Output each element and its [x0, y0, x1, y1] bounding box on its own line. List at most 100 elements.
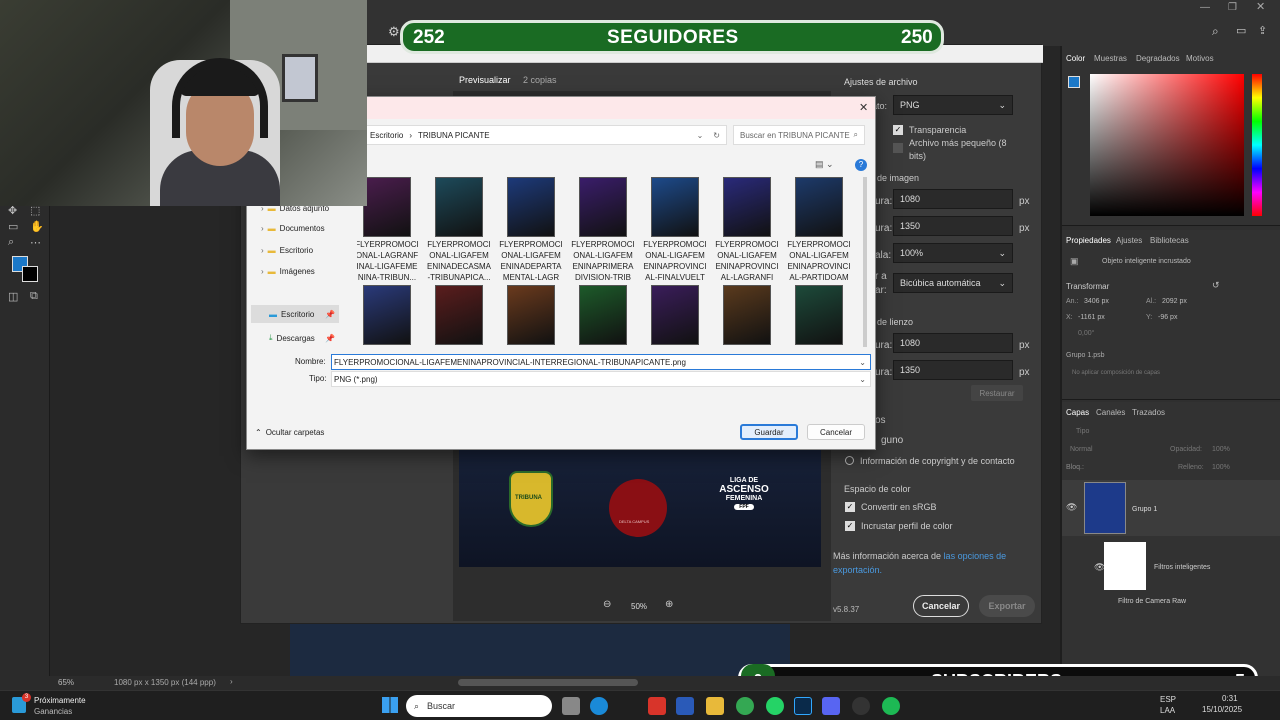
file-thumbnail[interactable] — [507, 285, 555, 345]
file-thumbnail[interactable] — [795, 285, 843, 345]
view-options-icon[interactable]: ▤ ⌄ — [815, 159, 834, 170]
horizontal-scrollbar[interactable] — [458, 679, 638, 686]
minimize-icon[interactable]: — — [1200, 2, 1210, 13]
file-thumbnail[interactable] — [507, 177, 555, 237]
copyright-radio[interactable] — [845, 456, 854, 465]
angle-value[interactable]: 0,00° — [1078, 330, 1094, 337]
tab-preview[interactable]: Previsualizar — [459, 75, 511, 85]
tab-adjustments[interactable]: Ajustes — [1116, 236, 1142, 245]
breadcrumb-item-desktop[interactable]: Escritorio — [370, 131, 403, 140]
opacity-value[interactable]: 100% — [1212, 446, 1230, 453]
chevron-down-icon[interactable]: ⌄ — [697, 131, 704, 140]
hide-folders-toggle[interactable]: ⌃ Ocultar carpetas — [255, 428, 324, 437]
background-color-swatch[interactable] — [22, 266, 38, 282]
reset-button[interactable]: Restaurar — [971, 385, 1023, 401]
layer-comp-select[interactable]: No aplicar composición de capas — [1072, 370, 1160, 376]
workspace-icon[interactable]: ▭ — [1236, 24, 1246, 37]
file-name[interactable]: FLYERPROMOCIONAL-LAGRANFINAL-LIGAFEMENIN… — [357, 239, 419, 283]
restore-icon[interactable]: ❐ — [1228, 2, 1237, 13]
clock-date[interactable]: 15/10/2025 — [1202, 705, 1242, 714]
refresh-icon[interactable]: ↻ — [713, 131, 720, 140]
layer-name[interactable]: Grupo 1 — [1132, 506, 1157, 513]
screen-mode-icon[interactable]: ⧉ — [30, 290, 38, 303]
visibility-eye-icon[interactable]: 👁 — [1066, 502, 1077, 513]
layer-filter-input[interactable]: Tipo — [1076, 428, 1089, 435]
nav-item-images[interactable]: › ▬ Imágenes — [261, 264, 341, 278]
close-app-icon[interactable]: ✕ — [1256, 0, 1265, 13]
zoom-level[interactable]: 65% — [58, 678, 74, 687]
save-button[interactable]: Guardar — [740, 424, 798, 440]
file-thumbnail[interactable] — [363, 285, 411, 345]
settings-icon[interactable]: ⚙ — [388, 24, 400, 40]
pdf-icon[interactable] — [648, 697, 666, 715]
task-view-icon[interactable] — [562, 697, 580, 715]
search-folder-input[interactable]: Buscar en TRIBUNA PICANTE ⌕ — [733, 125, 865, 145]
whatsapp-icon[interactable] — [766, 697, 784, 715]
more-info-link[interactable]: las opciones de — [944, 551, 1007, 561]
cancel-button[interactable]: Cancelar — [807, 424, 865, 440]
fill-value[interactable]: 100% — [1212, 464, 1230, 471]
filename-input[interactable]: FLYERPROMOCIONAL-LIGAFEMENINAPROVINCIAL-… — [331, 354, 871, 370]
file-thumbnail[interactable] — [723, 285, 771, 345]
spotify-icon[interactable] — [882, 697, 900, 715]
zoom-out-icon[interactable]: ⊖ — [603, 599, 611, 610]
camera-raw-filter-label[interactable]: Filtro de Camera Raw — [1118, 598, 1186, 605]
file-thumbnail[interactable] — [651, 285, 699, 345]
resample-select[interactable]: Bicúbica automática ⌄ — [893, 273, 1013, 293]
tab-swatches[interactable]: Muestras — [1094, 54, 1127, 63]
edge-icon[interactable] — [590, 697, 608, 715]
file-thumbnail[interactable] — [435, 177, 483, 237]
lang-indicator-1[interactable]: ESP — [1160, 695, 1176, 704]
file-thumbnail[interactable] — [579, 177, 627, 237]
rect-tool-icon[interactable]: ▭ — [8, 220, 18, 233]
discord-icon[interactable] — [822, 697, 840, 715]
tab-properties[interactable]: Propiedades — [1066, 236, 1111, 245]
zoom-tool-icon[interactable]: ⌕ — [8, 236, 14, 249]
hand-tool-icon[interactable]: ✋ — [30, 220, 44, 233]
hue-slider[interactable] — [1252, 74, 1262, 216]
help-icon[interactable]: ? — [855, 159, 867, 171]
tab-patterns[interactable]: Motivos — [1186, 54, 1214, 63]
news-widget[interactable]: 3 Próximamente Ganancias — [10, 693, 110, 719]
file-thumbnail[interactable] — [723, 177, 771, 237]
file-explorer-icon[interactable] — [706, 697, 724, 715]
quick-access-downloads[interactable]: ⤓ Descargas 📌 — [251, 329, 339, 347]
x-value[interactable]: -1161 px — [1078, 314, 1105, 321]
tab-layers[interactable]: Capas — [1066, 408, 1089, 417]
save-close-icon[interactable]: ✕ — [859, 101, 868, 114]
canvas-height-input[interactable]: 1350 — [893, 360, 1013, 380]
scale-select[interactable]: 100% ⌄ — [893, 243, 1013, 263]
share-icon[interactable]: ⇪ — [1258, 24, 1267, 37]
quick-mask-icon[interactable]: ◫ — [8, 290, 18, 303]
more-tools-icon[interactable]: ⋯ — [30, 236, 41, 249]
tab-color[interactable]: Color — [1066, 54, 1085, 63]
nav-item-desktop[interactable]: › ▬ Escritorio — [261, 243, 341, 257]
breadcrumb-bar[interactable]: Escritorio › TRIBUNA PICANTE ⌄ ↻ — [365, 125, 727, 145]
width-value[interactable]: 3406 px — [1084, 298, 1109, 305]
search-icon[interactable]: ⌕ — [1212, 24, 1219, 39]
embed-profile-checkbox[interactable]: ✓ — [845, 521, 855, 531]
taskbar-search[interactable]: ⌕ Buscar — [406, 695, 552, 717]
tab-libraries[interactable]: Bibliotecas — [1150, 236, 1189, 245]
breadcrumb-item-folder[interactable]: TRIBUNA PICANTE — [418, 131, 490, 140]
tab-gradients[interactable]: Degradados — [1136, 54, 1180, 63]
convert-srgb-checkbox[interactable]: ✓ — [845, 502, 855, 512]
vertical-scrollbar[interactable] — [863, 177, 867, 347]
canvas-width-input[interactable]: 1080 — [893, 333, 1013, 353]
quick-access-desktop[interactable]: ▬ Escritorio 📌 — [251, 305, 339, 323]
file-name[interactable]: FLYERPROMOCIONAL-LIGAFEMENINADECASMA-TRI… — [427, 239, 491, 283]
format-select[interactable]: PNG ⌄ — [893, 95, 1013, 115]
reset-transform-icon[interactable]: ↺ — [1212, 280, 1220, 291]
more-info-link-2[interactable]: exportación. — [833, 565, 882, 575]
height-value[interactable]: 2092 px — [1162, 298, 1187, 305]
tab-copies[interactable]: 2 copias — [523, 75, 557, 85]
tab-paths[interactable]: Trazados — [1132, 408, 1165, 417]
windows-start-icon[interactable] — [382, 697, 398, 713]
transparency-checkbox[interactable]: ✓ — [893, 125, 903, 135]
fg-color-chip[interactable] — [1068, 76, 1080, 88]
color-picker-field[interactable] — [1090, 74, 1244, 216]
chevron-right-icon[interactable]: › — [230, 677, 233, 686]
obs-icon[interactable] — [852, 697, 870, 715]
file-thumbnail[interactable] — [435, 285, 483, 345]
photoshop-icon[interactable] — [794, 697, 812, 715]
